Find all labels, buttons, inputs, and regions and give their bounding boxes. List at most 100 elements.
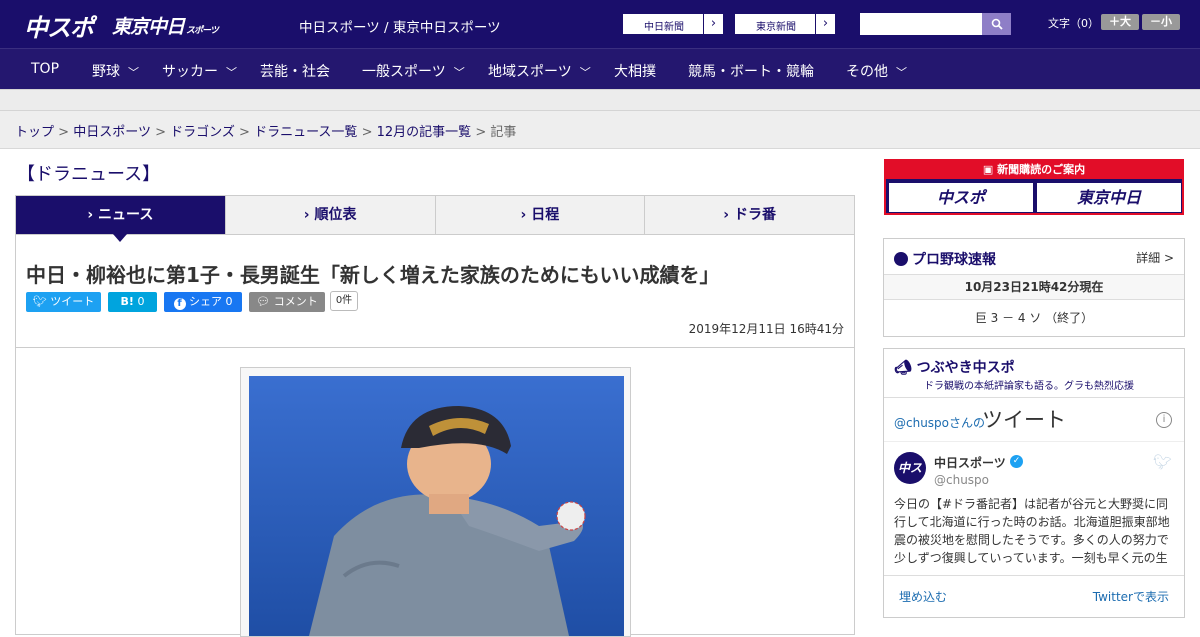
- verified-icon: ✓: [1010, 455, 1023, 468]
- chevron-right-icon: ›: [723, 207, 734, 223]
- nav-soccer[interactable]: サッカー ﹀: [162, 61, 237, 81]
- site-tagline: 中日スポーツ / 東京中日スポーツ: [299, 20, 501, 36]
- tsubuyaki-chuspo-box: 📣︎ つぶやき中スポ ドラ観戦の本紙評論家も語る。グラも熱烈応援 @chuspo…: [883, 348, 1185, 618]
- tweet-author-handle[interactable]: @chuspo: [934, 473, 989, 487]
- comment-icon: 💬︎: [256, 295, 274, 308]
- tweet-text: 今日の【#ドラ番記者】は記者が谷元と大野奨に同行して北海道に行った時のお話。北海…: [894, 497, 1170, 565]
- score-title-label: プロ野球速報: [912, 252, 996, 268]
- breadcrumb-chunichi-sports[interactable]: 中日スポーツ: [73, 125, 151, 140]
- score-timestamp: 10月23日21時42分現在: [884, 274, 1184, 300]
- chevron-right-icon: ›: [815, 14, 835, 34]
- article-headline: 中日・柳裕也に第1子・長男誕生「新しく増えた家族のためにもいい成績を」: [26, 263, 720, 287]
- subscribe-chuspo-button[interactable]: 中スポ: [889, 183, 1033, 212]
- tweet-author-name[interactable]: 中日スポーツ: [934, 454, 1006, 471]
- tab-label: ドラ番: [733, 207, 776, 223]
- pitcher-illustration: [249, 376, 624, 636]
- hatena-count: 0: [137, 295, 145, 308]
- nav-label: 一般スポーツ: [362, 64, 446, 80]
- tokyo-logo-main: 東京中日: [112, 16, 185, 38]
- chuspo-logo[interactable]: 中スポ: [24, 8, 94, 43]
- avatar[interactable]: 中ス: [894, 452, 926, 484]
- breadcrumb-separator: >: [361, 125, 373, 140]
- nav-top[interactable]: TOP: [31, 61, 59, 77]
- chunichi-shimbun-link[interactable]: 中日新聞 ›: [622, 13, 724, 35]
- nav-label: サッカー: [162, 64, 218, 80]
- tsubuyaki-subtitle: ドラ観戦の本紙評論家も語る。グラも熱烈応援: [924, 381, 1134, 392]
- tweet-label: ツイート: [50, 295, 95, 308]
- ad-title-label: 新聞購読のご案内: [997, 163, 1086, 176]
- breadcrumb-separator: >: [155, 125, 166, 140]
- nav-entertainment[interactable]: 芸能・社会: [260, 61, 330, 81]
- nav-general-sports[interactable]: 一般スポーツ ﹀: [362, 61, 465, 81]
- score-detail-link[interactable]: 詳細 >: [1136, 249, 1174, 266]
- comment-button[interactable]: 💬︎ コメント: [249, 292, 325, 312]
- chevron-right-icon: ›: [303, 207, 315, 223]
- twitter-icon[interactable]: 🐦︎: [1153, 453, 1172, 471]
- nav-label: その他: [846, 64, 888, 80]
- chevron-down-icon: ﹀: [453, 66, 465, 79]
- chunichi-shimbun-label: 中日新聞: [644, 22, 684, 33]
- timeline-handle-label[interactable]: @chuspoさんの: [894, 414, 985, 431]
- divider: [16, 347, 854, 348]
- sub-nav-strip: [0, 89, 1200, 111]
- nav-label: 大相撲: [614, 64, 656, 80]
- subscribe-tokyo-button[interactable]: 東京中日: [1037, 183, 1181, 212]
- timeline-title: ツイート: [982, 408, 1066, 432]
- tab-standings[interactable]: › 順位表: [226, 196, 436, 234]
- nav-racing[interactable]: 競馬・ボート・競輪: [688, 61, 814, 81]
- breadcrumb-separator: >: [239, 125, 250, 140]
- chevron-right-icon: ›: [703, 14, 723, 34]
- font-smaller-button[interactable]: －小: [1142, 14, 1180, 30]
- breadcrumb-december[interactable]: 12月の記事一覧: [377, 125, 472, 140]
- comment-count: 0件: [330, 291, 358, 311]
- chevron-down-icon: ﹀: [579, 66, 591, 79]
- megaphone-icon: 📣︎: [894, 360, 917, 376]
- nav-regional-sports[interactable]: 地域スポーツ ﹀: [488, 61, 591, 81]
- tab-label: 順位表: [314, 207, 357, 223]
- article-photo[interactable]: [249, 376, 624, 636]
- tab-news[interactable]: › ニュース: [16, 196, 226, 242]
- breadcrumb-dragons[interactable]: ドラゴンズ: [170, 125, 235, 140]
- tab-schedule[interactable]: › 日程: [436, 196, 646, 234]
- nav-label: 芸能・社会: [260, 64, 330, 80]
- facebook-share-button[interactable]: f シェア 0: [164, 292, 242, 312]
- subscription-ad[interactable]: ▣ 新聞購読のご案内 中スポ 東京中日: [884, 159, 1184, 215]
- comment-label: コメント: [273, 295, 318, 308]
- nav-sumo[interactable]: 大相撲: [614, 61, 656, 81]
- newspaper-icon: ▣: [982, 163, 998, 176]
- hatena-icon: B!: [120, 295, 134, 308]
- tweet-button[interactable]: 🐦︎ ツイート: [26, 292, 101, 312]
- tsubuyaki-title: 📣︎ つぶやき中スポ: [894, 357, 1015, 377]
- chevron-right-icon: ›: [87, 207, 99, 223]
- article: 中日・柳裕也に第1子・長男誕生「新しく増えた家族のためにもいい成績を」 🐦︎ ツ…: [15, 235, 855, 637]
- section-tabs: › ニュース › 順位表 › 日程 › ドラ番: [15, 195, 855, 242]
- tokyo-shimbun-label: 東京新聞: [756, 22, 796, 33]
- breadcrumb-dra-news[interactable]: ドラニュース一覧: [254, 125, 357, 140]
- tab-label: ニュース: [98, 207, 154, 223]
- twitter-timeline-header: @chuspoさんの ツイート i: [884, 397, 1184, 442]
- tokyo-chunichi-logo[interactable]: 東京中日 スポーツ: [112, 12, 219, 39]
- breadcrumb-top[interactable]: トップ: [15, 125, 54, 140]
- main-nav: TOP 野球 ﹀ サッカー ﹀ 芸能・社会 一般スポーツ ﹀ 地域スポーツ ﹀ 大相撲 …: [0, 48, 1200, 89]
- chevron-down-icon: ﹀: [896, 66, 907, 79]
- font-larger-button[interactable]: ＋大: [1101, 14, 1139, 30]
- search-button[interactable]: [982, 13, 1011, 35]
- site-header: 中スポ 東京中日 スポーツ 中日スポーツ / 東京中日スポーツ 中日新聞 › 東京…: [0, 0, 1200, 48]
- tab-dora-ban[interactable]: › ドラ番: [645, 196, 854, 234]
- search-input[interactable]: [860, 13, 982, 35]
- nav-label: 競馬・ボート・競輪: [688, 64, 814, 80]
- nav-baseball[interactable]: 野球 ﹀: [92, 61, 139, 81]
- score-box-title: プロ野球速報: [894, 249, 996, 269]
- facebook-share-count: 0: [225, 295, 233, 308]
- score-line[interactable]: 巨 3 － 4 ソ （終了）: [884, 309, 1184, 326]
- pro-baseball-score-box: プロ野球速報 詳細 > 10月23日21時42分現在 巨 3 － 4 ソ （終了…: [883, 238, 1185, 337]
- nav-other[interactable]: その他 ﹀: [846, 61, 907, 81]
- info-icon[interactable]: i: [1156, 412, 1172, 428]
- hatena-bookmark-button[interactable]: B! 0: [108, 292, 157, 312]
- view-on-twitter-link[interactable]: Twitterで表示: [1093, 588, 1169, 605]
- chevron-down-icon: ﹀: [226, 66, 237, 79]
- article-photo-frame: [240, 367, 631, 637]
- embed-link[interactable]: 埋め込む: [899, 588, 947, 605]
- tokyo-shimbun-link[interactable]: 東京新聞 ›: [734, 13, 836, 35]
- search-icon: [991, 18, 1003, 30]
